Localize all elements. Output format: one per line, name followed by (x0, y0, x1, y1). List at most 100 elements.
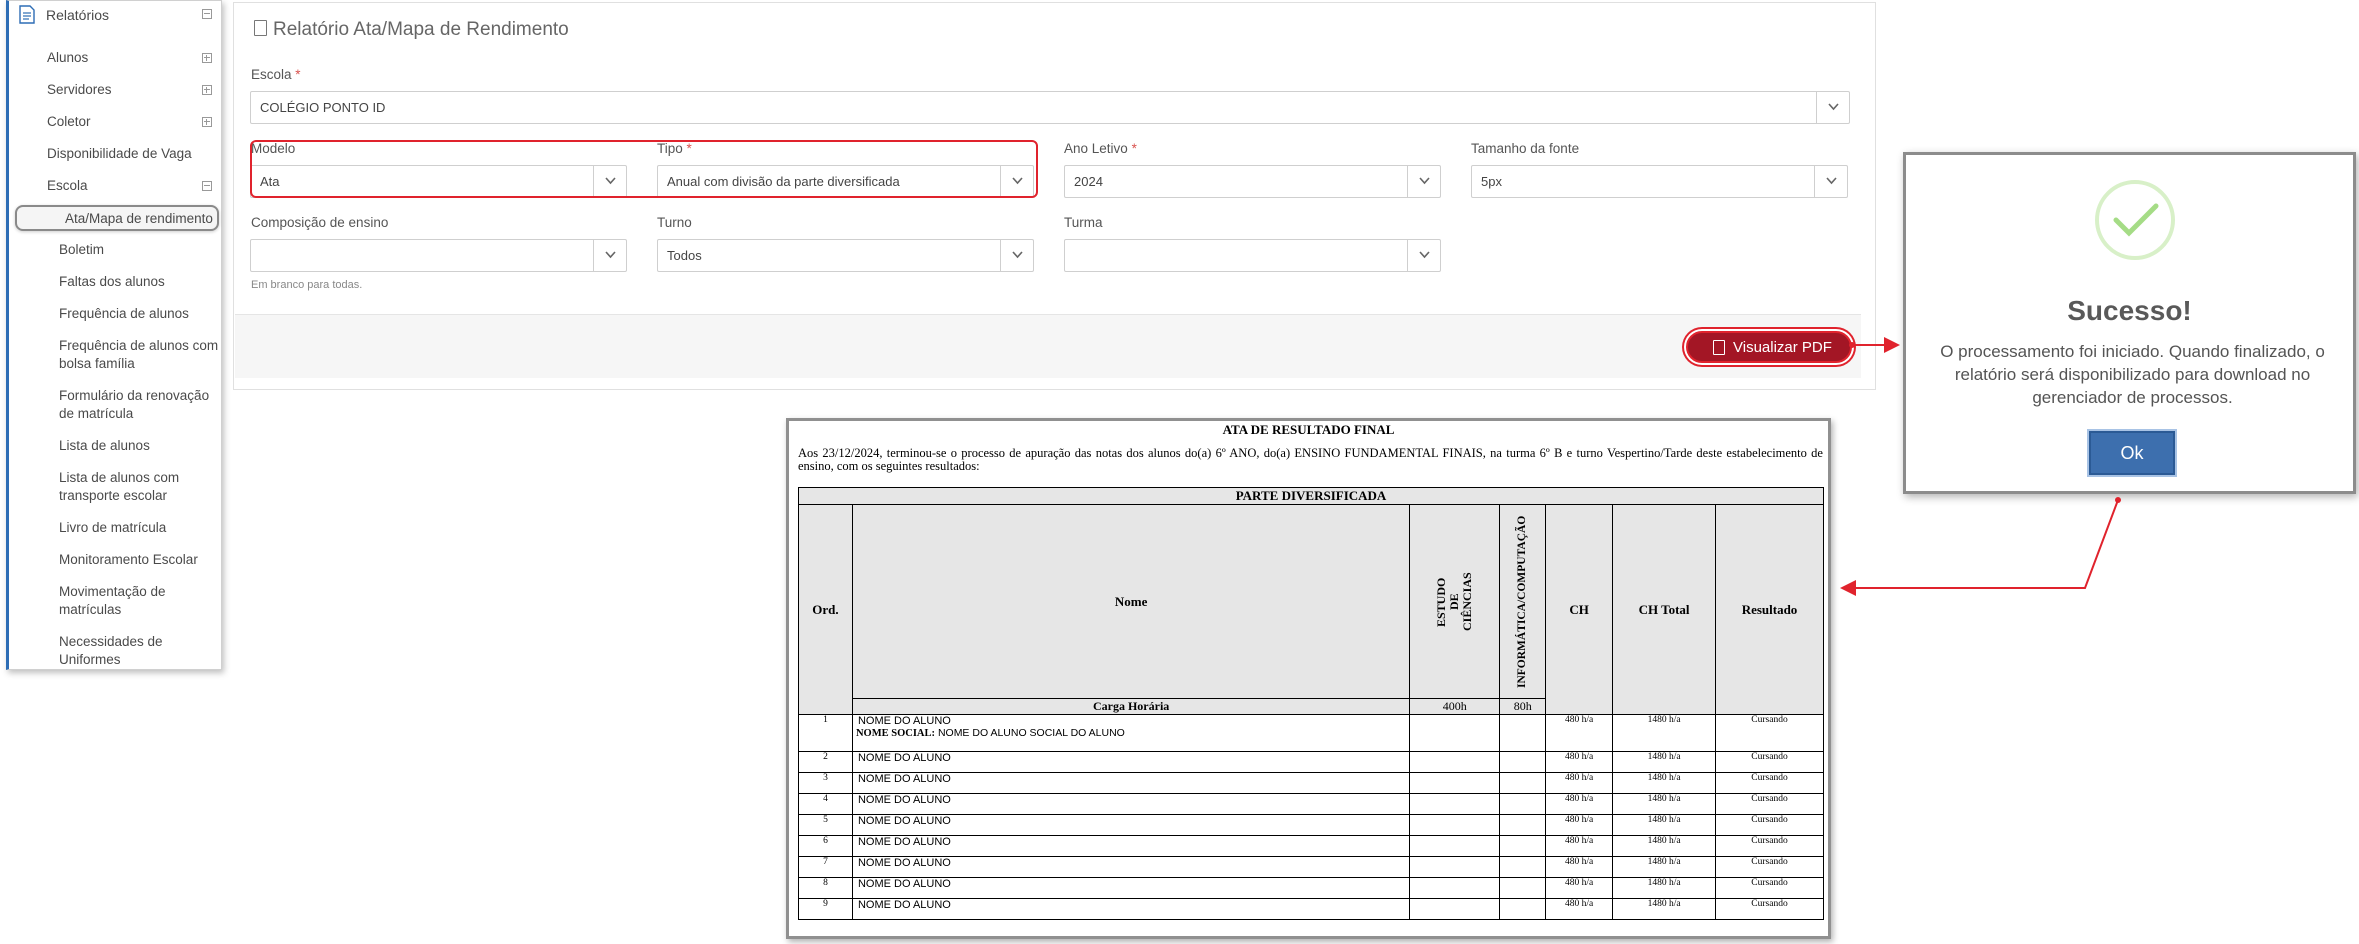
row-disc2 (1499, 772, 1547, 794)
row-disc2 (1499, 835, 1547, 857)
turno-label-text: Turno (657, 215, 692, 230)
ano-letivo-select-value: 2024 (1074, 174, 1103, 189)
sidebar-subitem-livro-matricula[interactable]: Livro de matrícula (59, 519, 227, 537)
sidebar-item-label: Alunos (47, 50, 89, 65)
row-nome: NOME DO ALUNO (851, 856, 1411, 878)
turno-select[interactable]: Todos (657, 239, 1034, 272)
report-table: PARTE DIVERSIFICADA Ord. Nome ESTUDO DE … (798, 487, 1824, 920)
sidebar-subitem-label: Ata/Mapa de rendimento (65, 211, 213, 226)
sidebar-subitem-movimentacao[interactable]: Movimentação de matrículas (59, 583, 189, 619)
row-disc2 (1499, 898, 1547, 920)
sidebar-subitem-formulario-renovacao[interactable]: Formulário da renovação de matrícula (59, 387, 219, 423)
composicao-hint: Em branco para todas. (251, 279, 363, 291)
row-nome: NOME DO ALUNO (851, 898, 1411, 920)
escola-select-value: COLÉGIO PONTO ID (260, 100, 386, 115)
sidebar-item-escola[interactable]: Escola (47, 177, 217, 195)
row-disc1 (1409, 835, 1501, 857)
col-ch: CH (1545, 504, 1614, 715)
form-footer (235, 314, 1861, 378)
row-ord: 1 (798, 714, 853, 752)
collapse-icon[interactable] (202, 181, 212, 191)
sidebar-subitem-lista-alunos[interactable]: Lista de alunos (59, 437, 227, 455)
row-ord: 4 (798, 793, 853, 815)
row-resultado: Cursando (1715, 898, 1824, 920)
page-title: Relatório Ata/Mapa de Rendimento (254, 19, 569, 41)
expand-icon[interactable] (202, 117, 212, 127)
ok-button[interactable]: Ok (2089, 431, 2175, 475)
row-ch-total: 1480 h/a (1612, 714, 1717, 752)
row-nome-text: NOME DO ALUNO (857, 715, 951, 727)
expand-icon[interactable] (202, 53, 212, 63)
row-resultado: Cursando (1715, 814, 1824, 836)
sidebar-subitem-label: Formulário da renovação de matrícula (59, 388, 210, 421)
row-ch-total: 1480 h/a (1612, 835, 1717, 857)
sidebar-item-coletor[interactable]: Coletor (47, 113, 217, 131)
tamanho-fonte-select[interactable]: 5px (1471, 165, 1848, 198)
sidebar-subitem-frequencia[interactable]: Frequência de alunos (59, 305, 227, 323)
row-ch: 480 h/a (1545, 714, 1614, 752)
chevron-down-icon[interactable] (1407, 166, 1440, 197)
row-ch-total: 1480 h/a (1612, 751, 1717, 773)
escola-select[interactable]: COLÉGIO PONTO ID (250, 91, 1850, 124)
sidebar-subitem-ata-mapa[interactable]: Ata/Mapa de rendimento (15, 205, 219, 231)
sidebar-item-label: Coletor (47, 114, 91, 129)
table-row: 6 NOME DO ALUNO 480 h/a 1480 h/a Cursand… (798, 835, 1824, 857)
row-ch: 480 h/a (1545, 856, 1614, 878)
sidebar-subitem-label: Livro de matrícula (59, 520, 167, 535)
composicao-select[interactable] (250, 239, 627, 272)
sidebar-item-alunos[interactable]: Alunos (47, 49, 217, 67)
visualizar-pdf-button[interactable]: Visualizar PDF (1686, 331, 1852, 363)
sidebar-header-relatorios[interactable]: Relatórios (9, 1, 221, 29)
document-icon (254, 20, 267, 36)
chevron-down-icon[interactable] (1407, 240, 1440, 271)
row-disc2 (1499, 877, 1547, 899)
collapse-icon[interactable] (202, 9, 212, 19)
row-ch: 480 h/a (1545, 877, 1614, 899)
sidebar-item-disponibilidade-vaga[interactable]: Disponibilidade de Vaga (47, 145, 222, 163)
row-ch: 480 h/a (1545, 835, 1614, 857)
row-disc1 (1409, 877, 1501, 899)
sidebar-subitem-monitoramento[interactable]: Monitoramento Escolar (59, 551, 227, 569)
col-ch-total: CH Total (1612, 504, 1717, 715)
row-disc1 (1409, 751, 1501, 773)
tamanho-fonte-label: Tamanho da fonte (1471, 141, 1579, 156)
row-resultado: Cursando (1715, 856, 1824, 878)
sidebar-item-servidores[interactable]: Servidores (47, 81, 217, 99)
modal-message: O processamento foi iniciado. Quando fin… (1940, 342, 2325, 407)
row-disc1 (1409, 772, 1501, 794)
turma-select[interactable] (1064, 239, 1441, 272)
row-ord: 7 (798, 856, 853, 878)
composicao-label: Composição de ensino (251, 215, 388, 230)
row-disc2 (1499, 856, 1547, 878)
chevron-down-icon[interactable] (593, 240, 626, 271)
row-disc2 (1499, 751, 1547, 773)
sidebar-subitem-boletim[interactable]: Boletim (59, 241, 227, 259)
row-disc1 (1409, 793, 1501, 815)
table-row: 1 NOME DO ALUNO NOME SOCIAL: NOME DO ALU… (798, 714, 1824, 752)
row-resultado: Cursando (1715, 793, 1824, 815)
row-nome: NOME DO ALUNO (851, 751, 1411, 773)
table-row: 5 NOME DO ALUNO 480 h/a 1480 h/a Cursand… (798, 814, 1824, 836)
sidebar-subitem-label: Frequência de alunos com bolsa família (59, 338, 219, 371)
row-ch: 480 h/a (1545, 751, 1614, 773)
report-preview: ATA DE RESULTADO FINAL Aos 23/12/2024, t… (786, 418, 1831, 939)
sidebar-subitem-lista-transporte[interactable]: Lista de alunos com transporte escolar (59, 469, 209, 505)
sidebar: Relatórios Alunos Servidores Coletor Dis… (6, 0, 222, 670)
composicao-label-text: Composição de ensino (251, 215, 389, 230)
row-ch-total: 1480 h/a (1612, 898, 1717, 920)
row-nome: NOME DO ALUNO (851, 814, 1411, 836)
expand-icon[interactable] (202, 85, 212, 95)
sidebar-subitem-faltas[interactable]: Faltas dos alunos (59, 273, 227, 291)
chevron-down-icon[interactable] (1000, 240, 1033, 271)
table-row: 3 NOME DO ALUNO 480 h/a 1480 h/a Cursand… (798, 772, 1824, 794)
row-ord: 6 (798, 835, 853, 857)
chevron-down-icon[interactable] (1816, 92, 1849, 123)
sidebar-subitem-frequencia-bolsa[interactable]: Frequência de alunos com bolsa família (59, 337, 219, 373)
sidebar-subitem-label: Boletim (59, 242, 105, 257)
chevron-down-icon[interactable] (1814, 166, 1847, 197)
sidebar-subitem-uniformes[interactable]: Necessidades de Uniformes (59, 633, 179, 669)
row-disc2 (1499, 714, 1547, 752)
row-nome: NOME DO ALUNO (851, 772, 1411, 794)
ano-letivo-select[interactable]: 2024 (1064, 165, 1441, 198)
row-ch-total: 1480 h/a (1612, 856, 1717, 878)
